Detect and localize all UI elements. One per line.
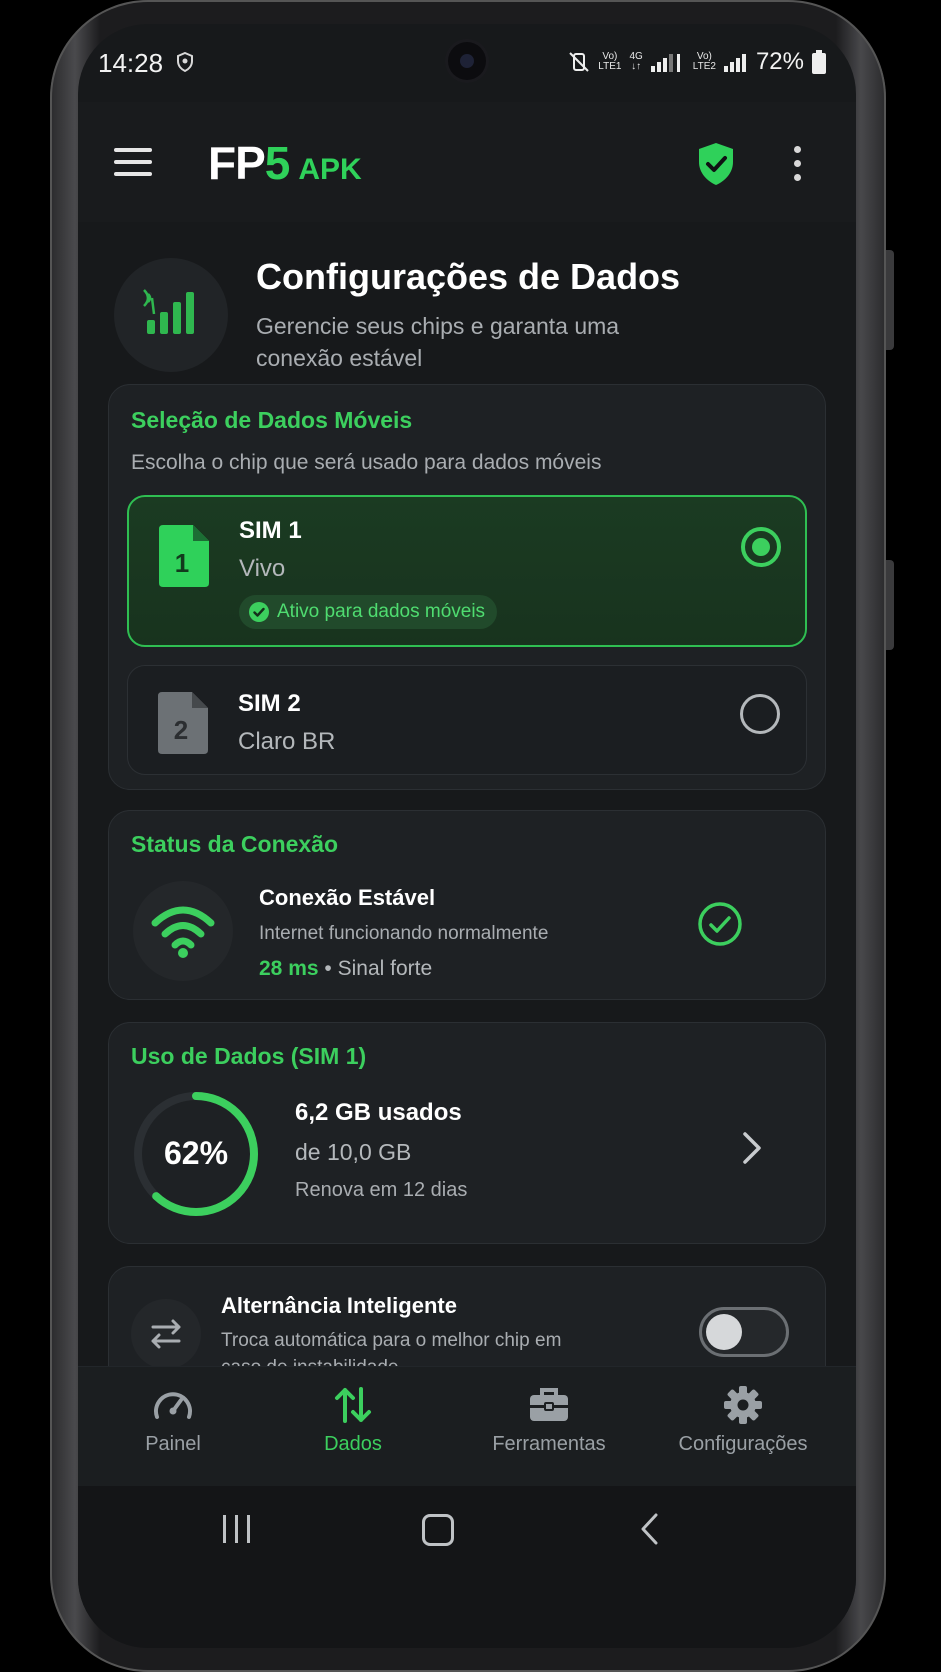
latency-value: 28 ms xyxy=(259,957,319,980)
sim-card-icon: 1 xyxy=(159,525,209,587)
back-arrow-icon[interactable] xyxy=(638,1512,660,1546)
battery-icon xyxy=(812,50,826,74)
sim-selection-title: Seleção de Dados Móveis xyxy=(131,407,413,433)
system-navigation-bar xyxy=(78,1486,856,1648)
smart-switch-toggle[interactable] xyxy=(699,1307,789,1357)
nav-label: Ferramentas xyxy=(492,1433,606,1455)
connection-status: Conexão Estável xyxy=(259,885,436,910)
chevron-right-icon[interactable] xyxy=(741,1131,763,1165)
gear-icon xyxy=(724,1386,762,1424)
data-usage-card[interactable]: Uso de Dados (SIM 1) 62% 6,2 GB usados d… xyxy=(108,1022,826,1244)
more-vertical-icon[interactable] xyxy=(794,146,802,188)
nav-item-painel[interactable]: Painel xyxy=(78,1367,268,1487)
battery-level: 72% xyxy=(755,48,804,75)
signal-strength: Sinal forte xyxy=(337,957,433,980)
toolbox-icon xyxy=(530,1388,568,1421)
power-button xyxy=(886,560,894,650)
signal-bars-icon xyxy=(143,289,194,334)
connection-detail: Internet funcionando normalmente xyxy=(259,923,549,944)
main-content: Configurações de Dados Gerencie seus chi… xyxy=(78,222,856,1470)
bottom-navigation: Painel Dados Ferramentas Configurações xyxy=(78,1366,856,1487)
nav-label: Dados xyxy=(324,1433,382,1455)
sim-option-2[interactable]: 2 SIM 2 Claro BR xyxy=(127,665,807,775)
check-circle-outline-icon xyxy=(698,902,742,946)
swap-badge xyxy=(131,1299,201,1369)
wifi-badge xyxy=(133,881,233,981)
connection-status-card: Status da Conexão Conexão Estável Intern… xyxy=(108,810,826,1000)
page-subtitle: Gerencie seus chips e garanta uma conexã… xyxy=(256,313,620,371)
usage-title: Uso de Dados (SIM 1) xyxy=(131,1043,367,1069)
connection-meta: 28 ms • Sinal forte xyxy=(259,957,432,981)
hamburger-menu-icon[interactable] xyxy=(114,148,152,176)
front-camera xyxy=(448,42,486,80)
vibrate-mute-icon xyxy=(569,52,589,72)
meta-separator: • xyxy=(324,957,332,980)
sim-name: SIM 2 xyxy=(238,690,301,717)
recent-apps-icon[interactable] xyxy=(220,1514,254,1544)
sim1-radio[interactable] xyxy=(741,527,781,567)
app-bar: FP 5 APK xyxy=(78,102,856,222)
sim-operator: Vivo xyxy=(239,555,286,582)
hero-signal-badge xyxy=(114,258,228,372)
sim-selection-card: Seleção de Dados Móveis Escolha o chip q… xyxy=(108,384,826,790)
speedometer-icon xyxy=(154,1392,192,1419)
status-bar: 14:28 Vo) LTE1 4G ↓↑ Vo) LTE2 72% xyxy=(78,24,856,102)
security-shield-icon xyxy=(177,52,193,72)
signal-sim2-icon xyxy=(723,54,746,72)
wifi-icon xyxy=(151,906,215,958)
check-circle-icon xyxy=(249,602,269,622)
app-logo: FP 5 APK xyxy=(208,137,362,189)
nav-item-dados[interactable]: Dados xyxy=(258,1367,448,1487)
sim-operator: Claro BR xyxy=(238,728,336,755)
nav-item-configuracoes[interactable]: Configurações xyxy=(648,1367,838,1487)
volume-button xyxy=(886,250,894,350)
connection-title: Status da Conexão xyxy=(131,831,339,857)
home-button-icon[interactable] xyxy=(422,1514,454,1546)
sim1-volte: Vo) LTE1 xyxy=(598,51,622,72)
signal-sim1-icon xyxy=(650,54,680,72)
sim2-volte: Vo) LTE2 xyxy=(692,51,716,72)
active-data-label: Ativo para dados móveis xyxy=(277,601,486,622)
sim-card-icon: 2 xyxy=(158,692,208,754)
data-transfer-icon xyxy=(335,1387,371,1423)
sim2-radio[interactable] xyxy=(740,694,780,734)
status-time: 14:28 xyxy=(98,48,164,78)
usage-total: de 10,0 GB xyxy=(295,1139,412,1165)
sim-selection-description: Escolha o chip que será usado para dados… xyxy=(131,451,602,474)
sim-name: SIM 1 xyxy=(239,517,302,544)
swap-arrows-icon xyxy=(151,1319,181,1349)
nav-label: Painel xyxy=(145,1433,201,1455)
page-title: Configurações de Dados xyxy=(256,256,681,297)
shield-check-icon[interactable] xyxy=(696,142,736,186)
screen: 14:28 Vo) LTE1 4G ↓↑ Vo) LTE2 72% FP 5 A… xyxy=(78,24,856,1648)
status-icons: Vo) LTE1 4G ↓↑ Vo) LTE2 72% xyxy=(568,48,826,76)
active-data-badge: Ativo para dados móveis xyxy=(239,595,498,629)
network-type: 4G ↓↑ xyxy=(629,51,643,72)
sim-option-1[interactable]: 1 SIM 1 Vivo Ativo para dados móveis xyxy=(127,495,807,647)
usage-used: 6,2 GB usados xyxy=(295,1099,462,1126)
nav-item-ferramentas[interactable]: Ferramentas xyxy=(454,1367,644,1487)
svg-text:2: 2 xyxy=(174,715,188,745)
nav-label: Configurações xyxy=(678,1433,808,1455)
usage-percent: 62% xyxy=(163,1135,229,1171)
svg-text:1: 1 xyxy=(175,548,189,578)
smart-switch-title: Alternância Inteligente xyxy=(221,1293,457,1318)
usage-renew: Renova em 12 dias xyxy=(295,1179,468,1201)
